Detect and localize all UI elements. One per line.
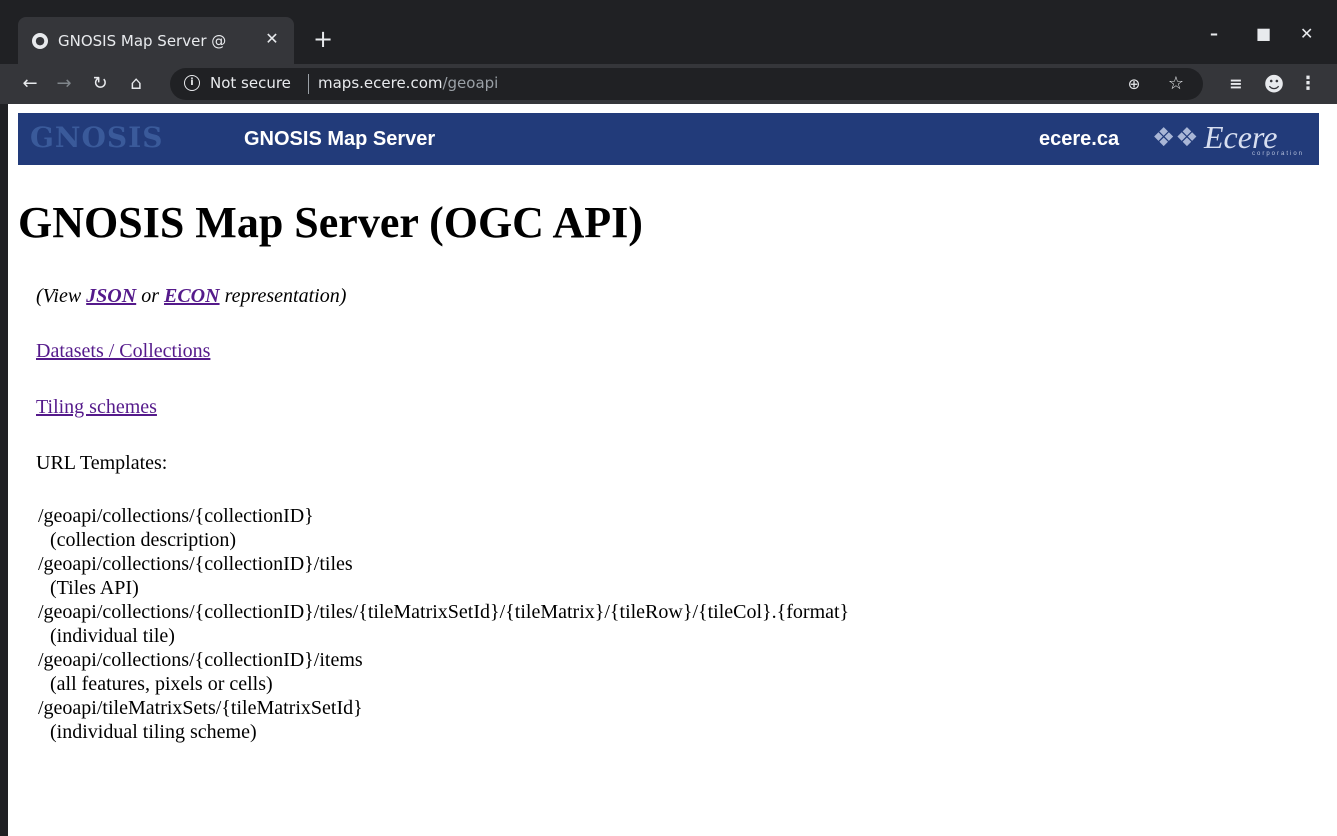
view-prefix: (View (36, 285, 87, 307)
maximize-icon[interactable]: ■ (1256, 24, 1271, 43)
ecere-ca-link[interactable]: ecere.ca (1039, 128, 1119, 151)
info-icon[interactable]: i (184, 75, 200, 91)
profile-avatar-icon[interactable]: ☻ (1262, 72, 1286, 96)
json-link[interactable]: JSON (86, 285, 136, 307)
template-path: /geoapi/collections/{collectionID}/items (38, 649, 363, 671)
template-description: (Tiles API) (50, 577, 139, 599)
close-window-icon[interactable]: ✕ (1300, 24, 1313, 43)
forward-icon[interactable]: → (52, 72, 76, 96)
page-viewport: GNOSIS GNOSIS Map Server ecere.ca ❖❖ Ece… (8, 104, 1337, 836)
browser-toolbar: ← → ↻ ⌂ i Not secure maps.ecere.com/geoa… (0, 64, 1337, 104)
address-bar[interactable]: i Not secure maps.ecere.com/geoapi ⊕ ☆ (170, 68, 1203, 100)
media-queue-icon[interactable]: ≡ (1224, 72, 1248, 96)
address-host: maps.ecere.com (318, 74, 443, 92)
zoom-icon[interactable]: ⊕ (1122, 72, 1146, 96)
site-banner: GNOSIS GNOSIS Map Server ecere.ca ❖❖ Ece… (18, 113, 1319, 165)
home-icon[interactable]: ⌂ (124, 72, 148, 96)
list-item: /geoapi/collections/{collectionID}/tiles… (38, 600, 849, 648)
template-path: /geoapi/collections/{collectionID}/tiles… (38, 601, 850, 623)
view-or: or (136, 285, 164, 307)
banner-title: GNOSIS Map Server (244, 128, 436, 150)
address-path: /geoapi (442, 74, 499, 92)
template-path: /geoapi/collections/{collectionID}/tiles (38, 553, 353, 575)
template-description: (individual tiling scheme) (50, 721, 257, 743)
security-label: Not secure (210, 74, 291, 92)
list-item: /geoapi/tileMatrixSets/{tileMatrixSetId}… (38, 696, 849, 744)
tab-title: GNOSIS Map Server @ (58, 31, 227, 50)
close-tab-icon[interactable]: ✕ (262, 29, 282, 49)
ecere-logo-sub: corporation (1252, 151, 1305, 157)
address-url[interactable]: maps.ecere.com/geoapi (318, 74, 498, 92)
ecere-logo[interactable]: ❖❖ Ecere corporation (1152, 117, 1312, 161)
new-tab-button[interactable]: + (310, 26, 336, 52)
minimize-icon[interactable]: – (1210, 24, 1218, 43)
browser-tab[interactable]: ● GNOSIS Map Server @ ✕ (18, 17, 294, 64)
template-path: /geoapi/tileMatrixSets/{tileMatrixSetId} (38, 697, 363, 719)
url-templates-label: URL Templates: (36, 452, 168, 474)
datasets-collections-link[interactable]: Datasets / Collections (36, 340, 210, 363)
globe-icon: ● (32, 32, 48, 49)
gnosis-logo: GNOSIS (30, 121, 164, 154)
view-suffix: representation) (219, 285, 347, 307)
tab-strip: ● GNOSIS Map Server @ ✕ + – ■ ✕ (0, 0, 1337, 64)
page-title: GNOSIS Map Server (OGC API) (18, 198, 643, 247)
back-icon[interactable]: ← (18, 72, 42, 96)
url-template-list: /geoapi/collections/{collectionID} (coll… (38, 504, 849, 744)
list-item: /geoapi/collections/{collectionID} (coll… (38, 504, 849, 552)
list-item: /geoapi/collections/{collectionID}/tiles… (38, 552, 849, 600)
bookmark-star-icon[interactable]: ☆ (1164, 72, 1188, 96)
template-path: /geoapi/collections/{collectionID} (38, 505, 314, 527)
list-item: /geoapi/collections/{collectionID}/items… (38, 648, 849, 696)
template-description: (all features, pixels or cells) (50, 673, 273, 695)
browser-window: ● GNOSIS Map Server @ ✕ + – ■ ✕ ← → ↻ ⌂ … (0, 0, 1337, 836)
econ-link[interactable]: ECON (164, 285, 220, 307)
tiling-schemes-link[interactable]: Tiling schemes (36, 396, 157, 419)
address-divider (308, 74, 309, 94)
representation-line: (View JSON or ECON representation) (36, 285, 346, 308)
menu-kebab-icon[interactable]: ⋮ (1296, 72, 1320, 96)
reload-icon[interactable]: ↻ (88, 72, 112, 96)
ecere-emblem-icon: ❖❖ (1152, 123, 1199, 153)
template-description: (collection description) (50, 529, 237, 551)
template-description: (individual tile) (50, 625, 175, 647)
